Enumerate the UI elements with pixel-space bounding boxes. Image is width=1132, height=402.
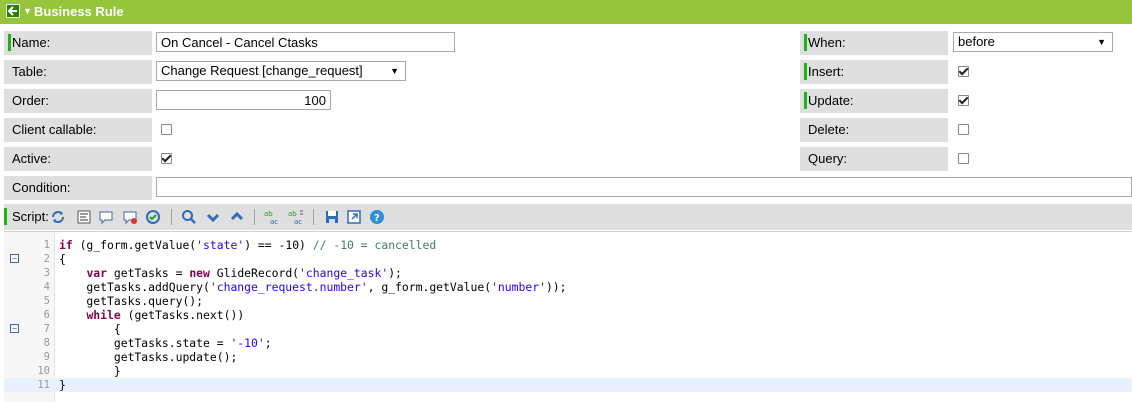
code-line[interactable]: 4 getTasks.addQuery('change_request.numb… [4, 280, 1132, 294]
code-text: getTasks.query(); [59, 294, 204, 308]
condition-input[interactable] [156, 177, 1132, 197]
code-text: while (getTasks.next()) [86, 308, 245, 322]
toggle-syntax-icon[interactable] [50, 209, 66, 225]
svg-text:ab: ab [288, 210, 297, 218]
form-header: ▼ Business Rule [0, 0, 1132, 24]
chevron-down-icon: ▼ [1097, 37, 1106, 47]
uncomment-icon[interactable] [122, 209, 138, 225]
form-title: Business Rule [34, 4, 124, 19]
replace-icon[interactable]: abac [264, 209, 280, 225]
code-text: getTasks.state = '-10'; [59, 336, 272, 350]
client-callable-label: Client callable: [4, 118, 152, 142]
code-text: getTasks.addQuery('change_request.number… [59, 280, 567, 294]
back-arrow-icon[interactable] [6, 4, 20, 18]
code-line[interactable]: − 7 { [4, 322, 1132, 336]
code-line[interactable]: 6 while (getTasks.next()) [4, 308, 1132, 322]
line-number: 1 [43, 239, 50, 251]
mandatory-indicator [804, 63, 807, 80]
code-line[interactable]: 3 var getTasks = new GlideRecord('change… [4, 266, 1132, 280]
fullscreen-icon[interactable] [346, 209, 362, 225]
table-label: Table: [4, 60, 152, 84]
order-label: Order: [4, 89, 152, 113]
condition-label: Condition: [4, 176, 152, 200]
table-select[interactable]: Change Request [change_request] ▼ [156, 61, 406, 81]
toolbar-separator [171, 209, 172, 225]
line-number: 10 [37, 365, 50, 377]
code-line[interactable]: 8 getTasks.state = '-10'; [4, 336, 1132, 350]
chevron-down-icon: ▼ [390, 66, 399, 76]
format-code-icon[interactable] [76, 209, 92, 225]
code-text: { [59, 322, 121, 336]
code-text: if (g_form.getValue('state') == -10) // … [59, 238, 437, 252]
code-line[interactable]: 1 if (g_form.getValue('state') == -10) //… [4, 238, 1132, 252]
toolbar-separator [313, 209, 314, 225]
mandatory-indicator [8, 34, 11, 51]
active-checkbox[interactable] [161, 153, 172, 164]
line-number: 6 [43, 309, 50, 321]
find-previous-icon[interactable] [229, 209, 245, 225]
query-checkbox[interactable] [958, 153, 969, 164]
order-input[interactable] [156, 90, 331, 110]
line-number: 3 [43, 267, 50, 279]
delete-label: Delete: [800, 118, 948, 142]
svg-text:ac: ac [270, 218, 278, 225]
delete-checkbox[interactable] [958, 124, 969, 135]
script-toolbar: Script: ab ac ab ac ? [4, 204, 1132, 230]
insert-checkbox[interactable] [958, 66, 969, 77]
line-number: 9 [43, 351, 50, 363]
mandatory-indicator [4, 208, 7, 225]
name-label: Name: [4, 31, 152, 55]
svg-text:?: ? [374, 213, 380, 224]
table-select-value: Change Request [change_request] [161, 63, 363, 78]
update-checkbox[interactable] [958, 95, 969, 106]
query-label: Query: [800, 147, 948, 171]
client-callable-checkbox[interactable] [161, 124, 172, 135]
svg-text:ab: ab [264, 210, 273, 218]
code-line[interactable]: 9 getTasks.update(); [4, 350, 1132, 364]
mandatory-indicator [804, 34, 807, 51]
script-editor[interactable]: 1 if (g_form.getValue('state') == -10) //… [4, 231, 1132, 402]
code-text: } [59, 364, 121, 378]
script-label: Script: [12, 209, 49, 224]
when-select[interactable]: before ▼ [953, 32, 1113, 52]
comment-icon[interactable] [98, 209, 114, 225]
name-input[interactable] [156, 32, 455, 52]
update-label: Update: [800, 89, 948, 113]
active-label: Active: [4, 147, 152, 171]
line-number: 5 [43, 295, 50, 307]
svg-text:ac: ac [294, 218, 302, 225]
save-icon[interactable] [324, 209, 340, 225]
code-line[interactable]: 11} [4, 378, 1132, 392]
insert-label: Insert: [800, 60, 948, 84]
when-select-value: before [958, 34, 995, 49]
code-text: { [59, 252, 66, 266]
mandatory-indicator [804, 92, 807, 109]
code-line[interactable]: − 2 { [4, 252, 1132, 266]
code-line[interactable]: 10 } [4, 364, 1132, 378]
line-number: 4 [43, 281, 50, 293]
context-menu-icon[interactable]: ▼ [23, 4, 32, 18]
toolbar-separator [254, 209, 255, 225]
check-syntax-icon[interactable] [145, 209, 161, 225]
code-text: getTasks.update(); [59, 350, 238, 364]
code-text: var getTasks = new GlideRecord('change_t… [86, 266, 402, 280]
code-line[interactable]: 5 getTasks.query(); [4, 294, 1132, 308]
search-icon[interactable] [181, 209, 197, 225]
line-number: 8 [43, 337, 50, 349]
line-number: 11 [37, 379, 50, 391]
line-number: 7 [43, 323, 50, 335]
replace-all-icon[interactable]: abac [288, 209, 304, 225]
fold-collapse-icon[interactable]: − [10, 254, 19, 263]
fold-collapse-icon[interactable]: − [10, 324, 19, 333]
line-number: 2 [43, 253, 50, 265]
find-next-icon[interactable] [205, 209, 221, 225]
help-icon[interactable]: ? [369, 209, 385, 225]
when-label: When: [800, 31, 948, 55]
code-text: } [59, 378, 66, 392]
